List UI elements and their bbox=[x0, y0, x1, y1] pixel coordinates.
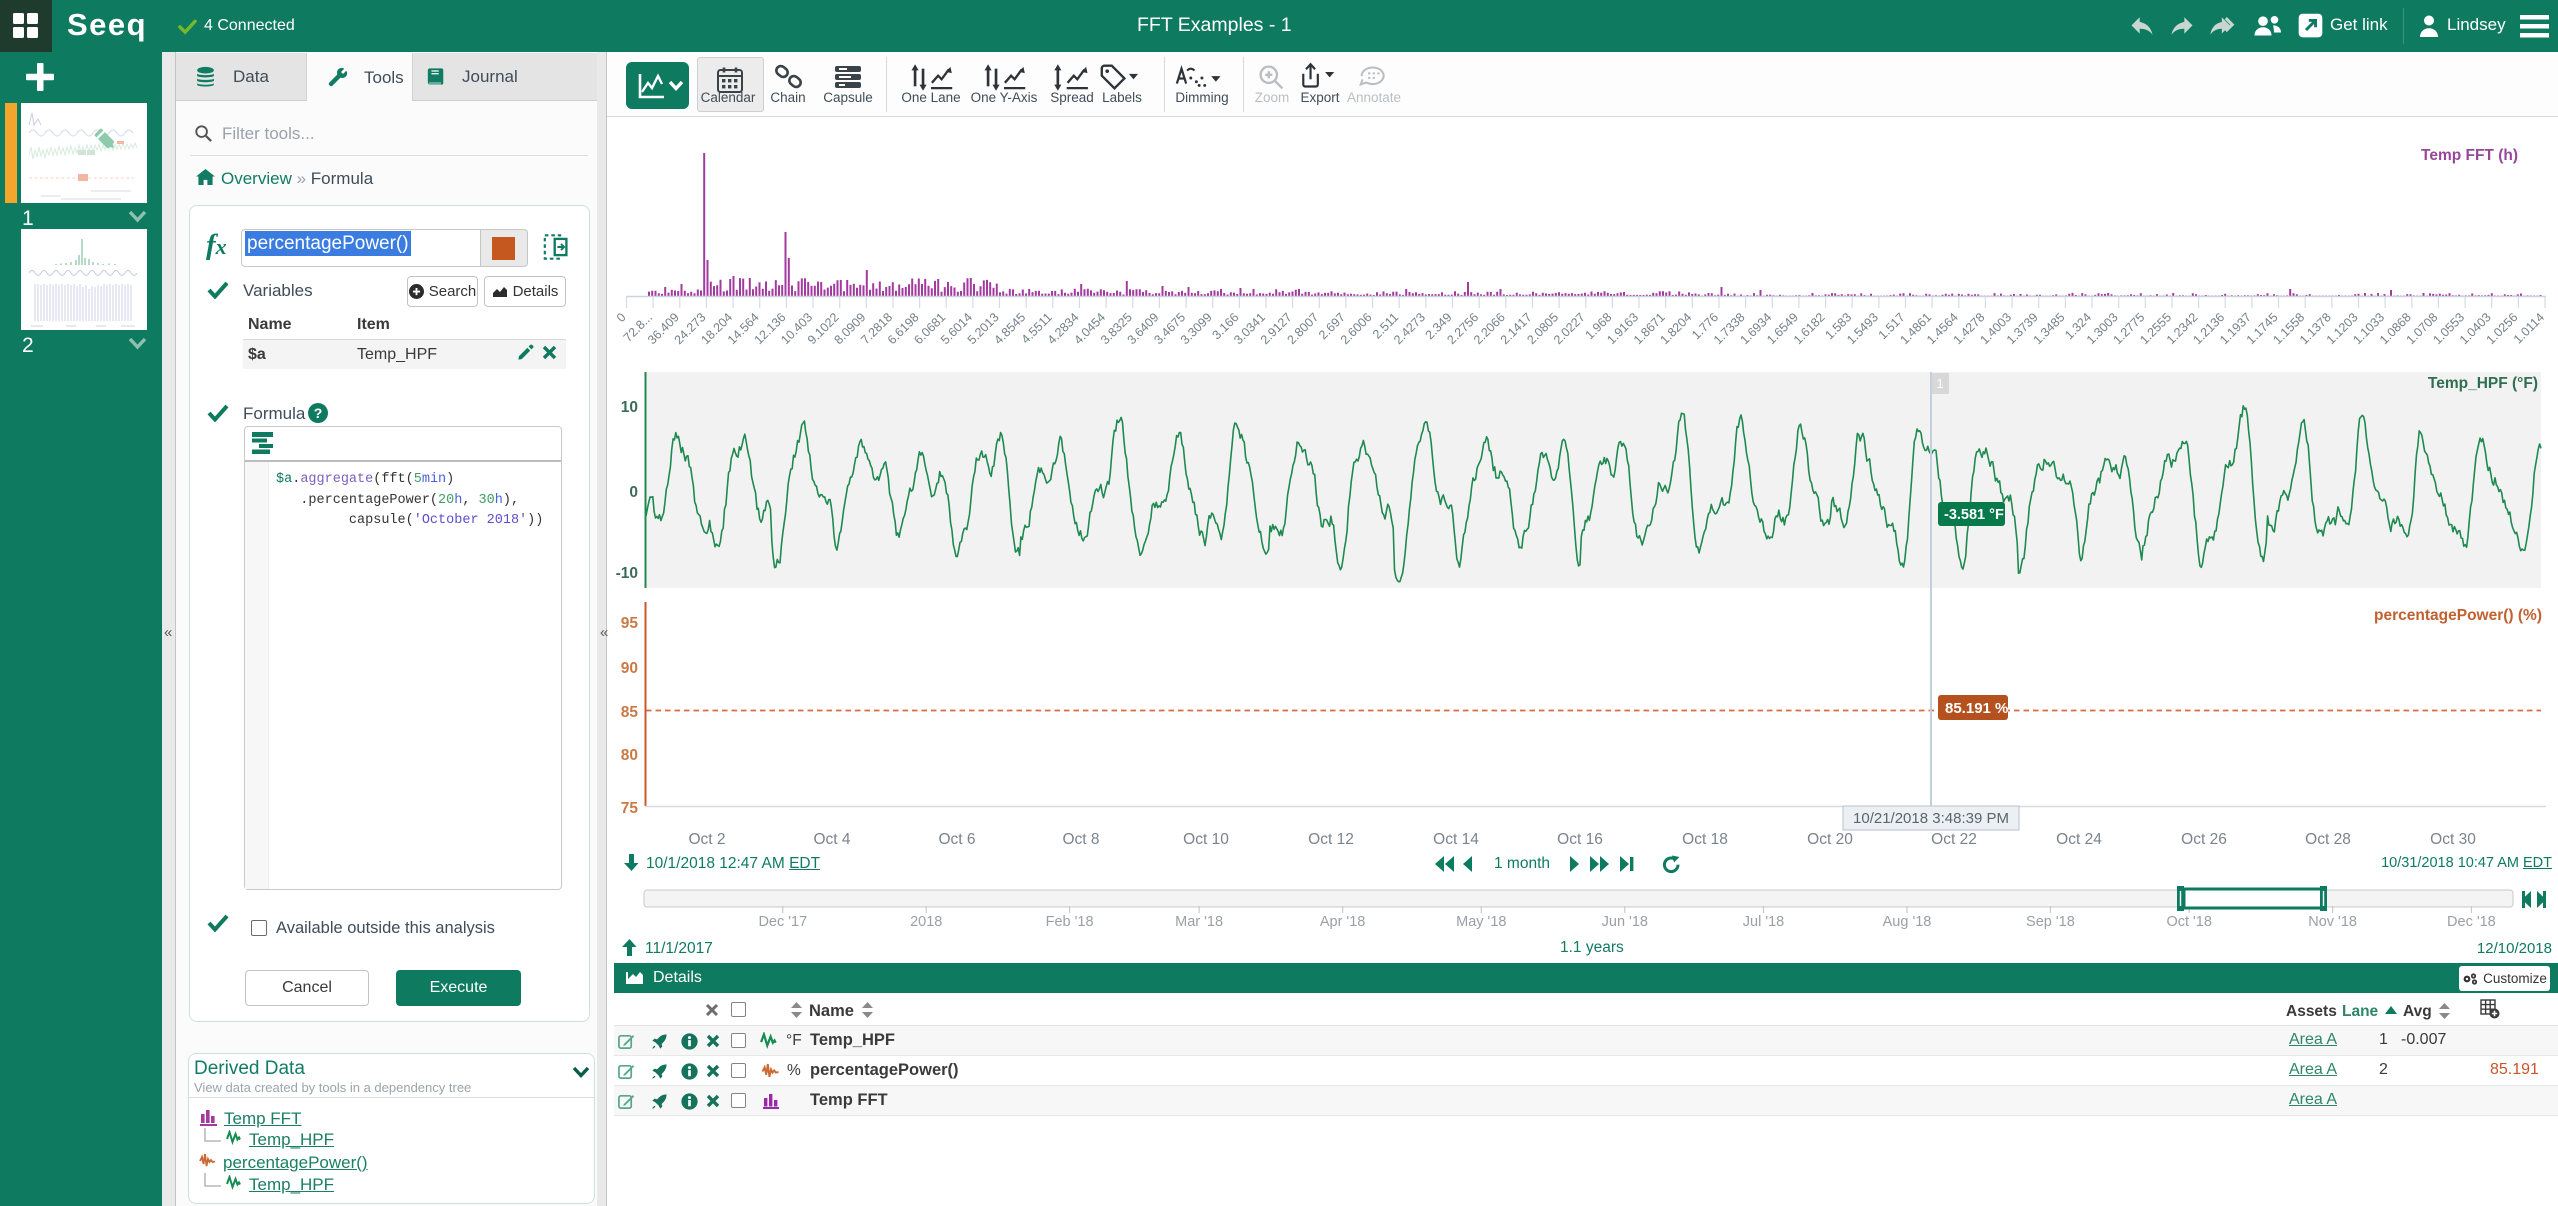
svg-text:percentagePower() (%): percentagePower() (%) bbox=[2374, 607, 2542, 624]
svg-text:85: 85 bbox=[621, 704, 639, 721]
svg-text:1: 1 bbox=[1936, 376, 1943, 391]
svg-text:May '18: May '18 bbox=[1456, 914, 1506, 930]
svg-text:90: 90 bbox=[621, 660, 638, 677]
svg-text:Apr '18: Apr '18 bbox=[1320, 914, 1366, 930]
svg-text:Jul '18: Jul '18 bbox=[1743, 914, 1784, 930]
svg-text:Oct 30: Oct 30 bbox=[2430, 831, 2476, 848]
svg-text:Oct 16: Oct 16 bbox=[1557, 831, 1603, 848]
svg-text:80: 80 bbox=[621, 747, 638, 764]
svg-text:1.0114: 1.0114 bbox=[2511, 310, 2547, 346]
svg-text:Oct 26: Oct 26 bbox=[2181, 831, 2227, 848]
svg-text:Oct 14: Oct 14 bbox=[1433, 831, 1479, 848]
svg-text:Aug '18: Aug '18 bbox=[1883, 914, 1932, 930]
svg-text:Oct '18: Oct '18 bbox=[2166, 914, 2211, 930]
svg-text:10: 10 bbox=[621, 399, 638, 416]
svg-text:Oct 24: Oct 24 bbox=[2056, 831, 2102, 848]
svg-text:0: 0 bbox=[629, 484, 638, 501]
svg-text:Oct 2: Oct 2 bbox=[688, 831, 725, 848]
svg-text:Oct 8: Oct 8 bbox=[1062, 831, 1099, 848]
svg-text:Dec '17: Dec '17 bbox=[758, 914, 807, 930]
svg-text:Oct 10: Oct 10 bbox=[1183, 831, 1229, 848]
svg-text:Dec '18: Dec '18 bbox=[2447, 914, 2496, 930]
svg-text:Nov '18: Nov '18 bbox=[2308, 914, 2357, 930]
svg-text:Oct 28: Oct 28 bbox=[2305, 831, 2351, 848]
svg-text:10/21/2018 3:48:39 PM: 10/21/2018 3:48:39 PM bbox=[1853, 810, 2009, 827]
svg-text:0: 0 bbox=[614, 310, 629, 325]
svg-text:Temp_HPF (°F): Temp_HPF (°F) bbox=[2428, 375, 2538, 392]
svg-text:Oct 6: Oct 6 bbox=[938, 831, 975, 848]
svg-text:Oct 4: Oct 4 bbox=[813, 831, 850, 848]
svg-text:-10: -10 bbox=[616, 565, 638, 582]
svg-text:Feb '18: Feb '18 bbox=[1046, 914, 1094, 930]
svg-text:Jun '18: Jun '18 bbox=[1602, 914, 1648, 930]
svg-text:Oct 22: Oct 22 bbox=[1931, 831, 1977, 848]
svg-text:Oct 12: Oct 12 bbox=[1308, 831, 1354, 848]
svg-text:Oct 18: Oct 18 bbox=[1682, 831, 1728, 848]
svg-text:Oct 20: Oct 20 bbox=[1807, 831, 1853, 848]
svg-text:Mar '18: Mar '18 bbox=[1175, 914, 1223, 930]
svg-text:2018: 2018 bbox=[910, 914, 942, 930]
svg-text:95: 95 bbox=[621, 615, 639, 632]
svg-text:Sep '18: Sep '18 bbox=[2026, 914, 2075, 930]
svg-text:-3.581 °F: -3.581 °F bbox=[1944, 507, 2004, 523]
svg-text:Temp FFT (h): Temp FFT (h) bbox=[2421, 147, 2518, 164]
svg-text:75: 75 bbox=[621, 800, 639, 817]
svg-text:85.191 %: 85.191 % bbox=[1945, 700, 2008, 717]
